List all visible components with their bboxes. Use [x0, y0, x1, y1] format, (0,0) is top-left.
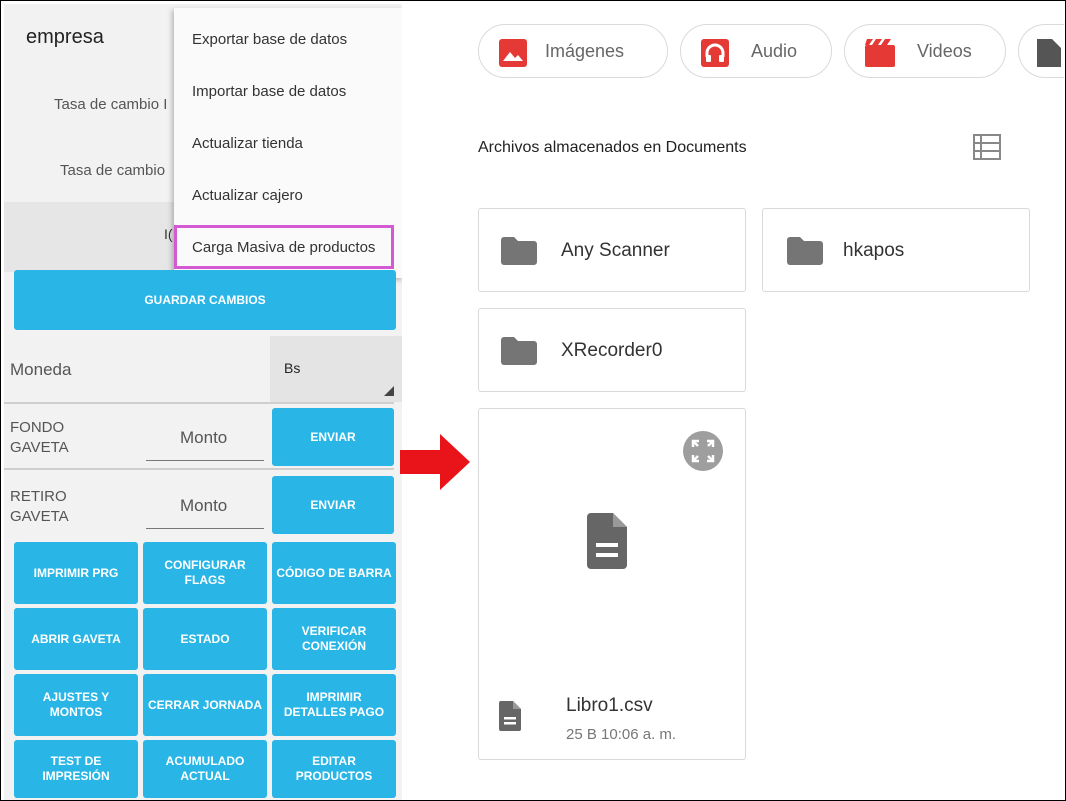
- folder-card-hkapos[interactable]: hkapos: [762, 208, 1030, 292]
- button-label: CONEXIÓN: [301, 639, 366, 653]
- verify-connection-button[interactable]: VERIFICAR CONEXIÓN: [272, 608, 396, 670]
- section-title: Archivos almacenados en Documents: [478, 139, 747, 156]
- drawer-fund-send-button[interactable]: ENVIAR: [272, 408, 394, 466]
- button-label: CÓDIGO DE BARRA: [276, 565, 392, 580]
- drawer-withdraw-label-line1: RETIRO: [10, 488, 67, 505]
- chip-images[interactable]: Imágenes: [478, 24, 668, 78]
- settings-amounts-button[interactable]: AJUSTES Y MONTOS: [14, 674, 138, 736]
- divider: [4, 468, 394, 470]
- video-icon: [865, 39, 895, 67]
- currency-row: Moneda Bs: [4, 336, 402, 402]
- button-label: CONFIGURAR: [164, 558, 246, 572]
- button-label: ACUMULADO: [165, 754, 245, 768]
- folder-name: Any Scanner: [561, 240, 670, 261]
- drawer-withdraw-send-label: ENVIAR: [310, 497, 356, 512]
- save-changes-button[interactable]: GUARDAR CAMBIOS: [14, 270, 396, 330]
- button-label: CERRAR JORNADA: [147, 697, 262, 712]
- button-label: ESTADO: [180, 631, 230, 646]
- drawer-withdraw-label: RETIRO GAVETA: [10, 487, 69, 527]
- button-label: MONTOS: [49, 705, 103, 719]
- chip-videos-label: Videos: [917, 41, 972, 61]
- button-label: DETALLES PAGO: [283, 705, 385, 719]
- drawer-fund-label-line1: FONDO: [10, 419, 65, 436]
- headphones-icon: [701, 39, 729, 67]
- drawer-fund-underline: [146, 460, 264, 461]
- folder-name: XRecorder0: [561, 340, 663, 361]
- folder-name: hkapos: [843, 240, 905, 261]
- drawer-withdraw-send-button[interactable]: ENVIAR: [272, 476, 394, 534]
- drawer-fund-label: FONDO GAVETA: [10, 418, 69, 458]
- menu-highlight-box: [174, 225, 394, 269]
- drawer-withdraw-underline: [146, 528, 264, 529]
- save-changes-label: GUARDAR CAMBIOS: [144, 292, 266, 307]
- list-view-icon[interactable]: [973, 134, 1001, 160]
- folder-card-any-scanner[interactable]: Any Scanner: [478, 208, 746, 292]
- currency-label: Moneda: [10, 360, 72, 379]
- image-icon: [499, 39, 527, 67]
- drawer-fund-amount-input[interactable]: Monto: [180, 428, 227, 448]
- button-label: TEST DE: [50, 754, 102, 768]
- folder-icon: [787, 237, 823, 265]
- currency-value: Bs: [284, 360, 301, 376]
- button-label: PRODUCTOS: [295, 769, 373, 783]
- drawer-fund-send-label: ENVIAR: [310, 429, 356, 444]
- button-label: AJUSTES Y: [42, 690, 110, 704]
- rate-label-2: Tasa de cambio: [60, 162, 166, 179]
- document-icon: [1037, 39, 1061, 67]
- folder-icon: [501, 337, 537, 365]
- print-prg-button[interactable]: IMPRIMIR PRG: [14, 542, 138, 604]
- button-label: IMPRESIÓN: [42, 769, 110, 783]
- button-label: IMPRIMIR PRG: [33, 565, 119, 580]
- menu-item-export-db[interactable]: Exportar base de datos: [192, 31, 347, 48]
- chip-videos[interactable]: Videos: [844, 24, 1006, 78]
- red-arrow-icon: [400, 434, 470, 490]
- rate-label-1: Tasa de cambio I: [54, 96, 168, 113]
- button-label: IMPRIMIR: [306, 690, 362, 704]
- drawer-withdraw-amount-input[interactable]: Monto: [180, 496, 227, 516]
- print-payment-details-button[interactable]: IMPRIMIR DETALLES PAGO: [272, 674, 396, 736]
- document-icon: [499, 701, 521, 731]
- barcode-button[interactable]: CÓDIGO DE BARRA: [272, 542, 396, 604]
- divider: [4, 402, 394, 404]
- chip-audio-label: Audio: [751, 41, 798, 61]
- edit-products-button[interactable]: EDITAR PRODUCTOS: [272, 740, 396, 798]
- chip-documents[interactable]: [1018, 24, 1064, 78]
- status-button[interactable]: ESTADO: [143, 608, 267, 670]
- drawer-withdraw-label-line2: GAVETA: [10, 508, 69, 525]
- folder-card-xrecorder0[interactable]: XRecorder0: [478, 308, 746, 392]
- app-title: empresa: [26, 26, 104, 48]
- currency-select[interactable]: Bs: [270, 336, 402, 402]
- hidden-button-fragment: I(: [164, 226, 173, 242]
- button-label: ABRIR GAVETA: [31, 631, 121, 646]
- chip-images-label: Imágenes: [545, 41, 625, 61]
- accumulated-button[interactable]: ACUMULADO ACTUAL: [143, 740, 267, 798]
- menu-item-update-store[interactable]: Actualizar tienda: [192, 135, 303, 152]
- button-label: ACTUAL: [180, 769, 230, 783]
- button-label: VERIFICAR: [301, 624, 367, 638]
- file-name: Libro1.csv: [566, 695, 653, 716]
- menu-item-update-cashier[interactable]: Actualizar cajero: [192, 187, 303, 204]
- document-icon: [587, 513, 627, 569]
- configure-flags-button[interactable]: CONFIGURAR FLAGS: [143, 542, 267, 604]
- button-label: EDITAR: [312, 754, 356, 768]
- dropdown-corner-icon: [384, 386, 394, 396]
- folder-icon: [501, 237, 537, 265]
- menu-item-import-db[interactable]: Importar base de datos: [192, 83, 346, 100]
- file-meta: 25 B 10:06 a. m.: [566, 726, 677, 743]
- button-label: FLAGS: [184, 573, 226, 587]
- chip-audio[interactable]: Audio: [680, 24, 832, 78]
- close-day-button[interactable]: CERRAR JORNADA: [143, 674, 267, 736]
- expand-icon[interactable]: [682, 430, 724, 472]
- print-test-button[interactable]: TEST DE IMPRESIÓN: [14, 740, 138, 798]
- drawer-fund-label-line2: GAVETA: [10, 439, 69, 456]
- open-drawer-button[interactable]: ABRIR GAVETA: [14, 608, 138, 670]
